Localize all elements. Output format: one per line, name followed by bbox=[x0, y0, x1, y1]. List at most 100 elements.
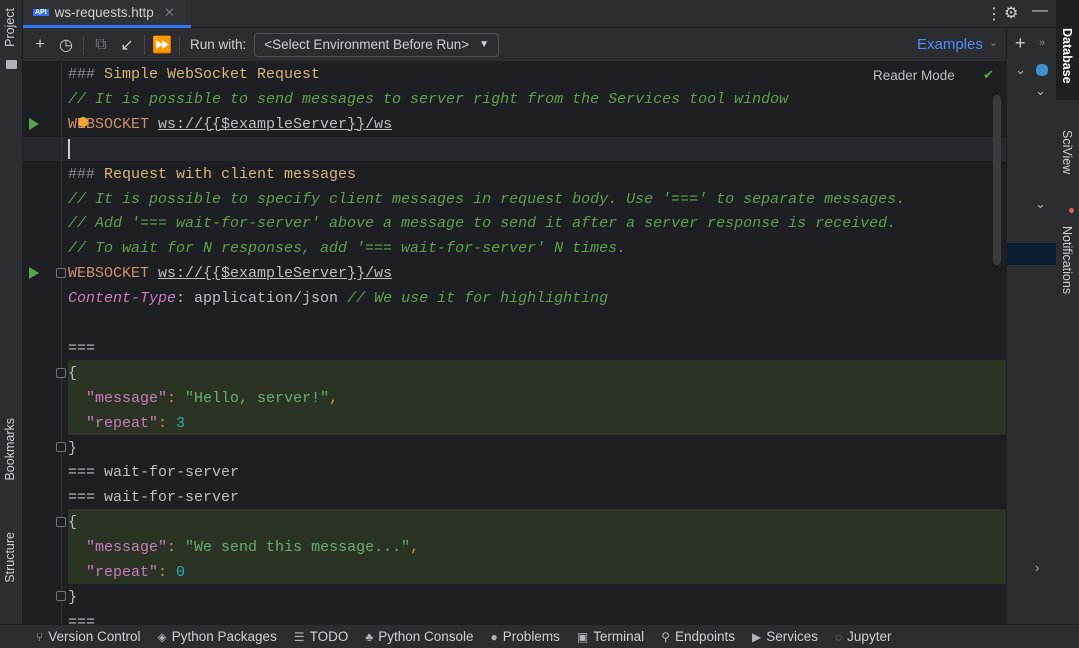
tool-button-python-console[interactable]: ♣ Python Console bbox=[365, 629, 473, 644]
tool-button-version-control[interactable]: ⑂Version Control bbox=[36, 629, 141, 644]
fold-icon[interactable] bbox=[56, 442, 66, 452]
run-all-button[interactable]: ⏩ bbox=[149, 32, 175, 58]
code-line: "repeat": 0 bbox=[68, 560, 185, 585]
terminal-icon: ▣ bbox=[577, 630, 588, 644]
folder-icon bbox=[6, 60, 17, 69]
code-line: ### Simple WebSocket Request bbox=[68, 62, 320, 87]
code-token: === wait-for-server bbox=[68, 464, 239, 481]
close-tab-icon[interactable]: ✕ bbox=[164, 5, 175, 21]
chevron-down-icon[interactable]: ⌄ bbox=[1035, 83, 1046, 99]
caret-line bbox=[23, 137, 1006, 161]
version-control-icon: ⑂ bbox=[36, 630, 43, 644]
add-request-button[interactable]: + bbox=[27, 32, 53, 58]
code-token: ### bbox=[68, 66, 104, 83]
copy-icon[interactable]: ⧉ bbox=[88, 32, 114, 58]
code-token: : bbox=[167, 390, 185, 407]
code-line: { bbox=[68, 361, 77, 386]
sciview-tool-button[interactable]: SciView bbox=[1060, 130, 1074, 174]
fold-icon[interactable] bbox=[56, 268, 66, 278]
code-token: ws://{{$exampleServer}}/ws bbox=[158, 116, 392, 133]
code-token: { bbox=[68, 514, 77, 531]
python-console-icon: ♣ bbox=[365, 630, 373, 644]
code-token: === bbox=[68, 340, 95, 357]
more-options-icon[interactable]: ⋮ bbox=[986, 4, 1002, 24]
code-token: ws://{{$exampleServer}}/ws bbox=[158, 265, 392, 282]
code-token: , bbox=[410, 539, 419, 556]
tool-button-label: Python Packages bbox=[172, 629, 277, 644]
project-tool-button[interactable]: Project bbox=[3, 8, 17, 47]
chevron-down-icon[interactable]: ⌄ bbox=[1015, 62, 1026, 78]
reader-mode-button[interactable]: Reader Mode bbox=[873, 68, 955, 83]
database-panel: + » ⌄ ⌄ ⌄ › bbox=[1006, 28, 1056, 624]
history-icon[interactable]: ◷ bbox=[53, 32, 79, 58]
add-datasource-icon[interactable]: + bbox=[1015, 33, 1026, 54]
code-line: } bbox=[68, 436, 77, 461]
selected-row[interactable] bbox=[1007, 243, 1057, 265]
expand-icon[interactable]: » bbox=[1039, 37, 1045, 49]
tool-button-label: Endpoints bbox=[675, 629, 735, 644]
code-editor[interactable]: ### Simple WebSocket Request // It is pos… bbox=[23, 62, 1006, 624]
examples-button[interactable]: Examples bbox=[917, 36, 983, 53]
notifications-tool-button[interactable]: Notifications bbox=[1060, 226, 1074, 294]
code-token: // Add '=== wait-for-server' above a mes… bbox=[68, 215, 896, 232]
code-token bbox=[149, 116, 158, 133]
code-token: Simple WebSocket Request bbox=[104, 66, 320, 83]
tab-ws-requests[interactable]: API ws-requests.http ✕ bbox=[23, 0, 191, 28]
no-problems-check-icon: ✔ bbox=[983, 67, 994, 83]
structure-tool-button[interactable]: Structure bbox=[3, 532, 17, 583]
tool-button-services[interactable]: ▶Services bbox=[752, 629, 818, 644]
code-line: } bbox=[68, 585, 77, 610]
code-line: === wait-for-server bbox=[68, 485, 239, 510]
code-token bbox=[68, 390, 86, 407]
code-line: // It is possible to specify client mess… bbox=[68, 187, 905, 212]
run-request-icon[interactable] bbox=[29, 267, 39, 279]
code-token: "We send this message..." bbox=[185, 539, 410, 556]
code-token: WEBSOCKET bbox=[68, 265, 149, 282]
code-token: , bbox=[329, 390, 338, 407]
code-line: WEBSOCKET ws://{{$exampleServer}}/ws bbox=[68, 112, 392, 137]
tool-button-label: Jupyter bbox=[847, 629, 891, 644]
code-token: === bbox=[68, 614, 95, 624]
code-token bbox=[149, 265, 158, 282]
run-request-icon[interactable] bbox=[29, 118, 39, 130]
code-line: "repeat": 3 bbox=[68, 411, 185, 436]
fold-icon[interactable] bbox=[56, 591, 66, 601]
tool-button-terminal[interactable]: ▣ Terminal bbox=[577, 629, 644, 644]
code-line: === bbox=[68, 610, 95, 624]
bookmarks-tool-button[interactable]: Bookmarks bbox=[3, 418, 17, 481]
tool-button-endpoints[interactable]: ⚲Endpoints bbox=[661, 629, 735, 644]
import-icon[interactable]: ↙ bbox=[114, 32, 140, 58]
postgres-icon bbox=[1036, 64, 1048, 76]
jupyter-icon: ◌ bbox=[835, 630, 842, 644]
vertical-scrollbar[interactable] bbox=[993, 95, 1001, 265]
code-token: // We use it for highlighting bbox=[347, 290, 608, 307]
environment-select[interactable]: <Select Environment Before Run> ▼ bbox=[254, 33, 499, 57]
code-token: === wait-for-server bbox=[68, 489, 239, 506]
code-line: === bbox=[68, 336, 95, 361]
minimize-icon[interactable]: — bbox=[1032, 2, 1048, 20]
code-token: { bbox=[68, 365, 77, 382]
chevron-right-icon[interactable]: › bbox=[1035, 560, 1039, 575]
code-token: "message" bbox=[86, 539, 167, 556]
tool-button-todo[interactable]: ☰TODO bbox=[294, 629, 349, 644]
intention-bulb-icon[interactable] bbox=[78, 117, 88, 127]
fold-icon[interactable] bbox=[56, 368, 66, 378]
code-token: } bbox=[68, 440, 77, 457]
text-caret bbox=[68, 139, 70, 159]
http-toolbar: + ◷ ⧉ ↙ ⏩ Run with: <Select Environment … bbox=[23, 28, 1006, 62]
code-line: "message": "Hello, server!", bbox=[68, 386, 338, 411]
code-token bbox=[68, 564, 86, 581]
tool-button-jupyter[interactable]: ◌ Jupyter bbox=[835, 629, 891, 644]
tool-button-label: Python Console bbox=[378, 629, 473, 644]
database-tool-button[interactable]: Database bbox=[1060, 28, 1074, 84]
fold-icon[interactable] bbox=[56, 517, 66, 527]
code-token: ### bbox=[68, 166, 104, 183]
dropdown-arrow-icon: ▼ bbox=[479, 39, 489, 50]
tool-button-problems[interactable]: ●Problems bbox=[491, 629, 560, 644]
chevron-down-icon[interactable]: ⌄ bbox=[1035, 196, 1046, 212]
gear-icon[interactable]: ⚙ bbox=[1004, 3, 1018, 23]
code-line: ### Request with client messages bbox=[68, 162, 356, 187]
code-token: : bbox=[158, 564, 176, 581]
tool-button-python-packages[interactable]: ◈Python Packages bbox=[158, 629, 277, 644]
tool-button-label: Terminal bbox=[593, 629, 644, 644]
